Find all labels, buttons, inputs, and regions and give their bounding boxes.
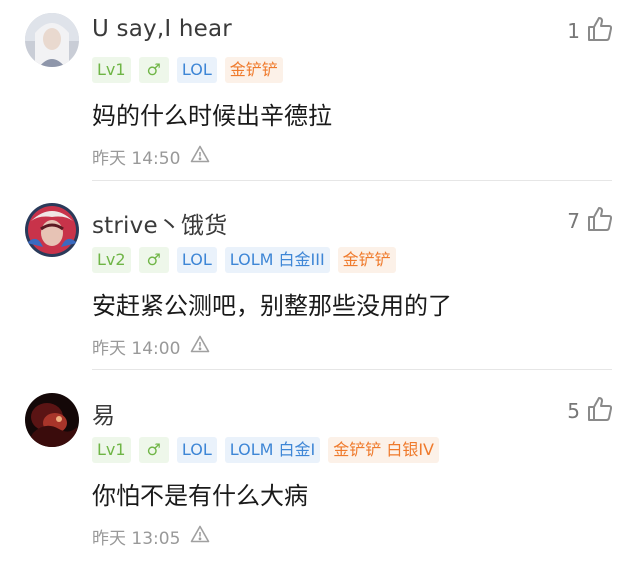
avatar[interactable]: [25, 13, 79, 67]
like-button[interactable]: 1: [567, 14, 614, 48]
thumbs-up-icon: [586, 395, 614, 427]
thumbs-up-icon: [586, 15, 614, 47]
like-count: 7: [567, 209, 580, 233]
level-badge: Lv1: [92, 437, 131, 463]
level-badge: Lv2: [92, 247, 131, 273]
comment-item: 易 5 Lv1 ♂ LOL LOLM 白金I 金铲铲 白银IV 你怕不是有什么大…: [0, 380, 640, 569]
timestamp: 昨天 13:05: [92, 529, 181, 549]
avatar[interactable]: [25, 393, 79, 447]
comment-text: 妈的什么时候出辛德拉: [92, 102, 332, 130]
like-count: 1: [567, 19, 580, 43]
comment-text: 你怕不是有什么大病: [92, 482, 308, 510]
game-badge-lol[interactable]: LOL: [176, 437, 217, 463]
gender-badge: ♂: [138, 437, 169, 463]
comment-item: U say,I hear 1 Lv1 ♂ LOL 金铲铲 妈的什么时候出辛德拉 …: [0, 0, 640, 189]
gender-badge: ♂: [138, 57, 169, 83]
game-badge-lol[interactable]: LOL: [176, 247, 217, 273]
game-badge-lol[interactable]: LOL: [176, 57, 217, 83]
like-button[interactable]: 7: [567, 204, 614, 238]
gender-badge: ♂: [138, 247, 169, 273]
badge-row: Lv1 ♂ LOL LOLM 白金I 金铲铲 白银IV: [92, 437, 439, 463]
comment-meta: 昨天 14:50: [92, 144, 210, 169]
badge-row: Lv2 ♂ LOL LOLM 白金III 金铲铲: [92, 247, 396, 273]
badge-row: Lv1 ♂ LOL 金铲铲: [92, 57, 283, 83]
timestamp: 昨天 14:00: [92, 339, 181, 359]
comment-text: 安赶紧公测吧，别整那些没用的了: [92, 292, 452, 320]
game-badge-tft[interactable]: 金铲铲: [224, 57, 283, 83]
like-count: 5: [567, 399, 580, 423]
like-button[interactable]: 5: [567, 394, 614, 428]
warning-triangle-icon[interactable]: [190, 335, 210, 358]
comment-meta: 昨天 13:05: [92, 524, 210, 549]
divider: [92, 180, 612, 181]
game-badge-lolm[interactable]: LOLM 白金III: [224, 247, 330, 273]
game-badge-lolm[interactable]: LOLM 白金I: [224, 437, 321, 463]
game-badge-tft[interactable]: 金铲铲 白银IV: [328, 437, 439, 463]
comment-item: strive丶饿货 7 Lv2 ♂ LOL LOLM 白金III 金铲铲 安赶紧…: [0, 190, 640, 379]
thumbs-up-icon: [586, 205, 614, 237]
timestamp: 昨天 14:50: [92, 149, 181, 169]
warning-triangle-icon[interactable]: [190, 525, 210, 548]
username[interactable]: U say,I hear: [92, 16, 232, 42]
warning-triangle-icon[interactable]: [190, 145, 210, 168]
username[interactable]: strive丶饿货: [92, 206, 227, 240]
divider: [92, 369, 612, 370]
level-badge: Lv1: [92, 57, 131, 83]
username[interactable]: 易: [92, 396, 115, 430]
avatar[interactable]: [25, 203, 79, 257]
comment-meta: 昨天 14:00: [92, 334, 210, 359]
game-badge-tft[interactable]: 金铲铲: [337, 247, 396, 273]
